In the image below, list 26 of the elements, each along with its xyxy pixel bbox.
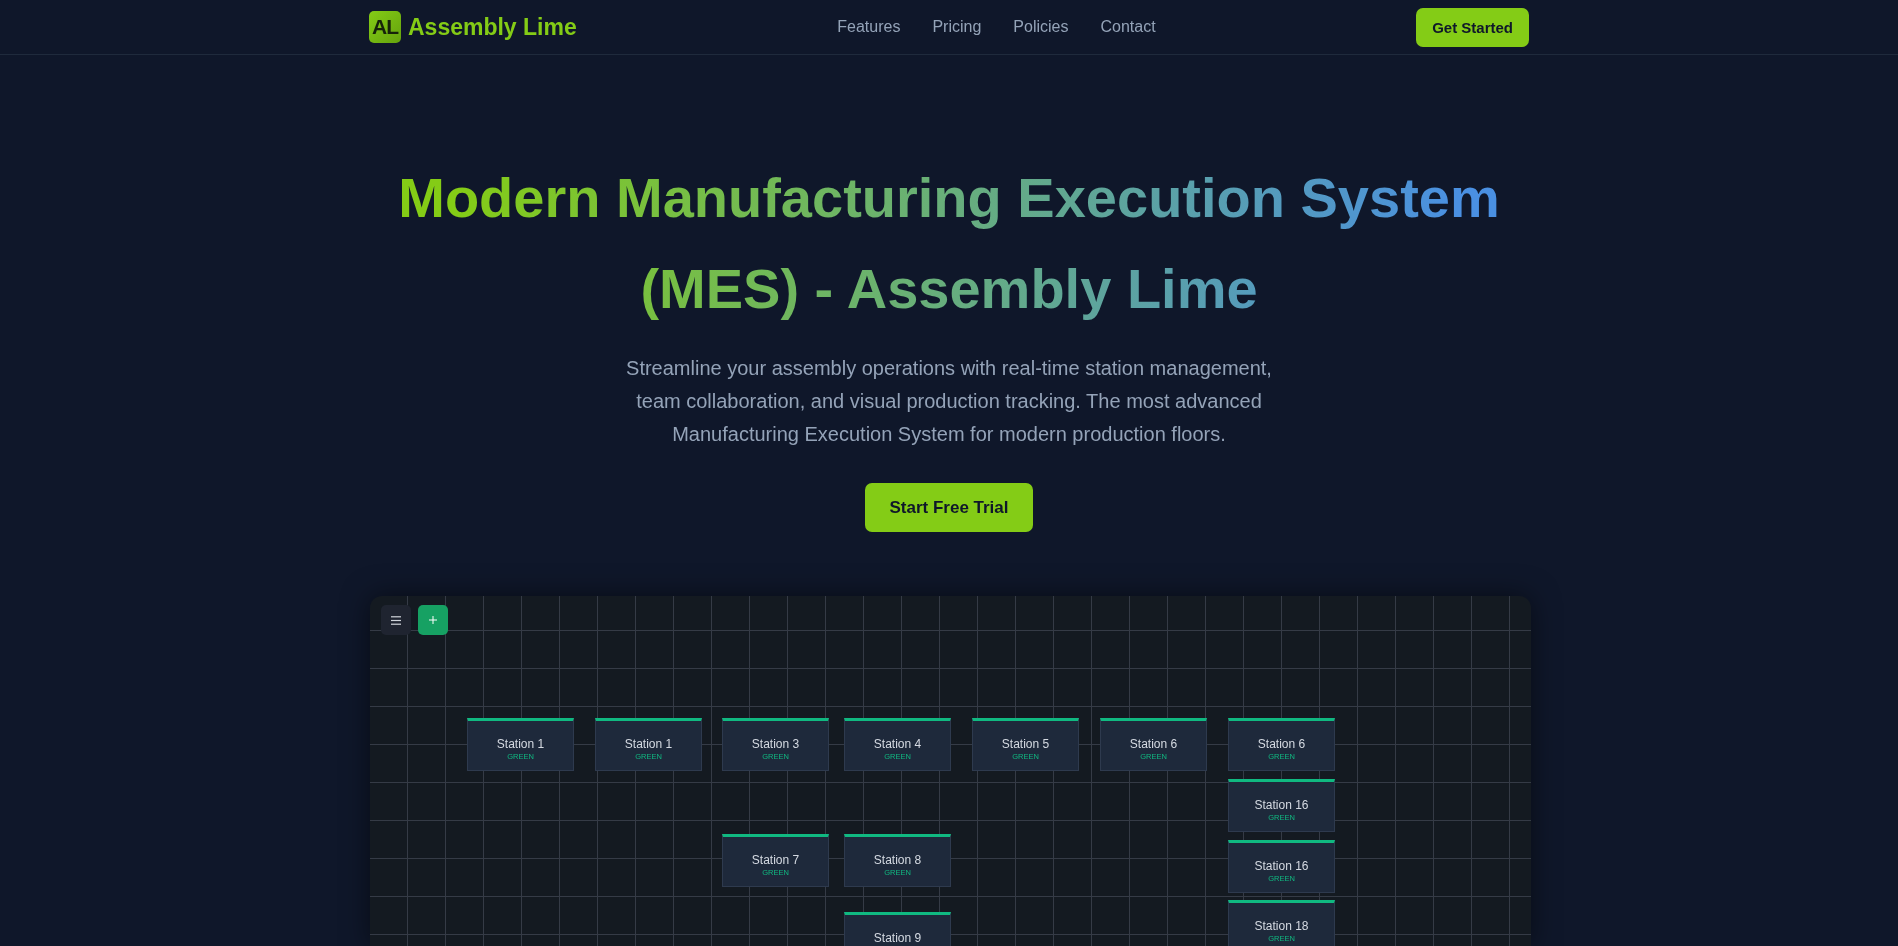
station-label: Station 5 bbox=[1001, 737, 1050, 752]
station-label: Station 16 bbox=[1254, 798, 1309, 813]
station-label: Station 8 bbox=[873, 853, 922, 868]
station-label: Station 1 bbox=[496, 737, 545, 752]
station-label: Station 18 bbox=[1254, 919, 1309, 934]
station-label: Station 6 bbox=[1257, 737, 1306, 752]
nav-link[interactable]: Pricing bbox=[932, 18, 982, 36]
station-label: Station 7 bbox=[751, 853, 800, 868]
get-started-button[interactable]: Get Started bbox=[1416, 7, 1529, 47]
station-label: Station 1 bbox=[624, 737, 673, 752]
station-label: Station 9 bbox=[873, 931, 922, 946]
start-trial-button[interactable]: Start Free Trial bbox=[865, 483, 1033, 532]
menu-icon bbox=[391, 615, 401, 625]
nav-link[interactable]: Contact bbox=[1100, 18, 1156, 36]
menu-button[interactable] bbox=[381, 605, 411, 635]
station-label: Station 4 bbox=[873, 737, 922, 752]
station-label: Station 6 bbox=[1129, 737, 1178, 752]
hero-subtitle: Streamline your assembly operations with real-time station management, team collaboration, and visual production tracking. The most advanced Manufacturing Execution System for modern production floors. bbox=[625, 356, 1273, 447]
plus-icon bbox=[429, 616, 437, 624]
add-button[interactable] bbox=[418, 605, 448, 635]
brand-name: Assembly Lime bbox=[408, 13, 577, 41]
nav-link[interactable]: Policies bbox=[1013, 18, 1069, 36]
nav-link[interactable]: Features bbox=[837, 18, 901, 36]
station-label: Station 16 bbox=[1254, 859, 1309, 874]
logo-mark: AL bbox=[369, 11, 401, 43]
station-label: Station 3 bbox=[751, 737, 800, 752]
